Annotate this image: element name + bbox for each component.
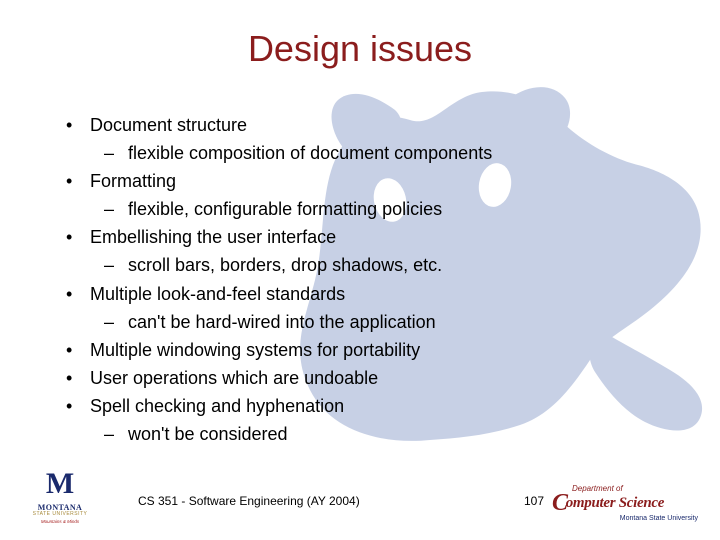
cs-dept-name: Computer Science: [552, 490, 702, 517]
msu-logo-mark: M: [40, 467, 80, 501]
bullet-subitem: flexible, configurable formatting polici…: [58, 196, 668, 222]
slide-title: Design issues: [0, 28, 720, 70]
bullet-content: Document structure flexible composition …: [58, 112, 668, 449]
bullet-item: Multiple windowing systems for portabili…: [58, 337, 668, 363]
msu-logo-letter: M: [40, 467, 80, 501]
bullet-item: User operations which are undoable: [58, 365, 668, 391]
cs-dept-logo: Department of Computer Science Montana S…: [552, 484, 702, 522]
bullet-list: Document structure flexible composition …: [58, 112, 668, 447]
bullet-item: Multiple look-and-feel standards: [58, 281, 668, 307]
page-number: 107: [524, 494, 544, 508]
footer-course: CS 351 - Software Engineering (AY 2004): [138, 494, 360, 508]
msu-logo-sub: STATE UNIVERSITY: [26, 511, 94, 517]
bullet-item: Embellishing the user interface: [58, 224, 668, 250]
bullet-item: Document structure: [58, 112, 668, 138]
bullet-subitem: scroll bars, borders, drop shadows, etc.: [58, 252, 668, 278]
msu-logo-tag: Mountains & Minds: [26, 519, 94, 524]
footer: M MONTANA STATE UNIVERSITY Mountains & M…: [0, 460, 720, 528]
bullet-item: Formatting: [58, 168, 668, 194]
bullet-subitem: won't be considered: [58, 421, 668, 447]
bullet-subitem: can't be hard-wired into the application: [58, 309, 668, 335]
bullet-item: Spell checking and hyphenation: [58, 393, 668, 419]
msu-logo: M MONTANA STATE UNIVERSITY Mountains & M…: [26, 467, 94, 524]
bullet-subitem: flexible composition of document compone…: [58, 140, 668, 166]
